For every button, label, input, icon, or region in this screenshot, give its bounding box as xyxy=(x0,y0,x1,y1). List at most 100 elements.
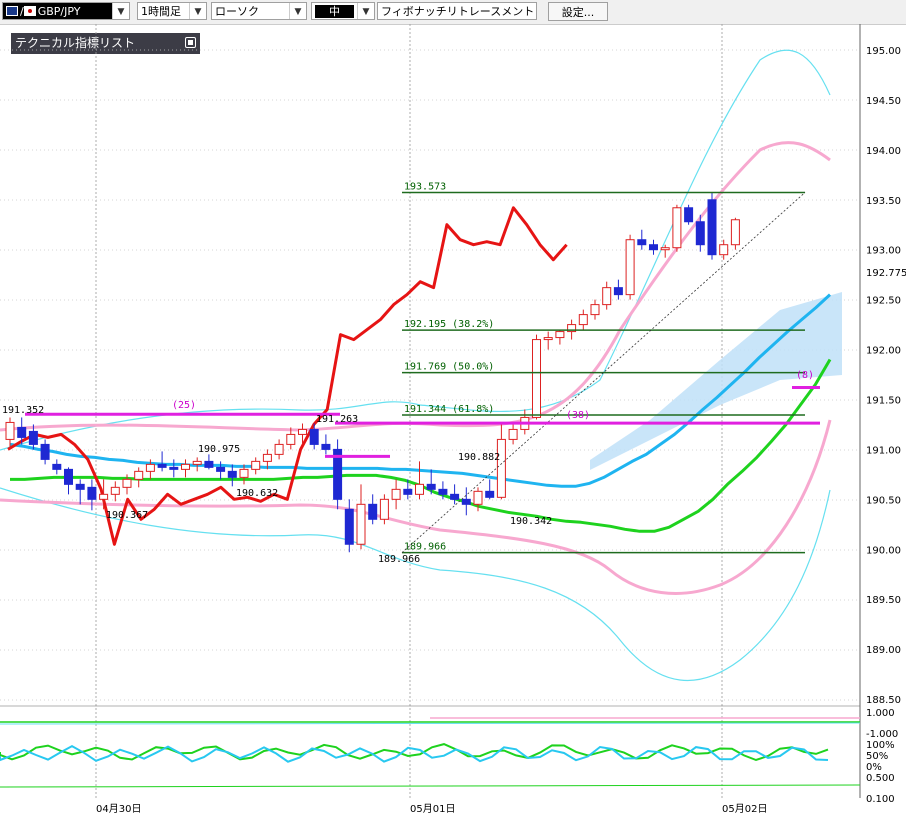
annotation-label: 190.975 xyxy=(198,444,240,455)
candle-body xyxy=(368,503,378,520)
candle xyxy=(637,229,647,250)
candle-body xyxy=(555,331,565,339)
annotation-label: 191.263 xyxy=(316,414,358,425)
candle-body xyxy=(403,488,413,495)
candle-body xyxy=(145,463,155,472)
annotation-label: 190.882 xyxy=(458,452,500,463)
candle-body xyxy=(17,426,27,438)
candle-body xyxy=(649,244,658,251)
candle-body xyxy=(134,470,144,480)
candle xyxy=(532,334,541,420)
candle-body xyxy=(110,486,120,495)
candle-body xyxy=(391,488,401,500)
price-chart[interactable]: 193.573 192.195 (38.2%) 191.769 (50.0%) 191… xyxy=(0,0,906,818)
y-tick-label: 189.00 xyxy=(866,645,901,656)
candle xyxy=(87,479,97,511)
candle-body xyxy=(508,428,518,440)
candle xyxy=(157,451,167,472)
candle xyxy=(40,439,50,465)
candle-body xyxy=(344,508,354,545)
candle-body xyxy=(169,466,179,470)
x-tick-label: 05月02日 xyxy=(722,803,767,815)
candle xyxy=(110,481,120,502)
annotation-label: 191.352 xyxy=(2,405,44,416)
candle-body xyxy=(485,490,495,498)
sub-panel-tick-label: 1.000 xyxy=(866,708,895,719)
candle-body xyxy=(5,421,15,440)
candle xyxy=(672,204,682,252)
candle-body xyxy=(40,443,50,460)
y-tick-label: 193.50 xyxy=(866,196,901,207)
candle xyxy=(192,457,202,472)
current-price-label: 192.775 xyxy=(866,268,906,279)
sub-panel-tick-label: 50% xyxy=(866,751,888,762)
candle-body xyxy=(695,221,705,246)
candle-body xyxy=(356,503,366,545)
candle xyxy=(204,454,214,470)
candle-body xyxy=(321,443,331,450)
candle xyxy=(543,331,553,350)
candle xyxy=(578,309,588,330)
y-tick-label: 188.50 xyxy=(866,695,901,706)
candle xyxy=(707,192,717,260)
candle-body xyxy=(181,463,190,470)
candle xyxy=(274,439,284,460)
candle-body xyxy=(309,428,319,445)
y-tick-label: 189.50 xyxy=(866,595,901,606)
fibonacci-label: 191.344 (61.8%) xyxy=(404,404,494,415)
candle-body xyxy=(719,244,729,256)
candle-body xyxy=(637,239,647,246)
candle-body xyxy=(379,498,389,520)
y-tick-label: 190.00 xyxy=(866,545,901,556)
candle xyxy=(251,457,261,475)
fibonacci-label: 192.195 (38.2%) xyxy=(404,319,494,330)
candle xyxy=(415,461,424,500)
annotation-label: 190.342 xyxy=(510,516,552,527)
fibonacci-label: 193.573 xyxy=(404,181,446,192)
annotation-label: 190.632 xyxy=(236,488,278,499)
annotation-label: (8) xyxy=(796,370,814,381)
sub-panel-tick-label: 100% xyxy=(866,740,895,751)
y-tick-label: 194.00 xyxy=(866,146,901,157)
candle xyxy=(52,459,62,475)
candle-body xyxy=(52,463,62,470)
candle-body xyxy=(532,339,541,418)
candle xyxy=(391,479,401,510)
candle-body xyxy=(227,470,237,478)
candle-body xyxy=(216,466,226,472)
annotation-label: (38) xyxy=(566,410,590,421)
y-tick-label: 191.00 xyxy=(866,445,901,456)
candle-body xyxy=(239,468,249,478)
candle xyxy=(134,467,144,488)
x-tick-label: 05月01日 xyxy=(410,803,455,815)
candle xyxy=(181,459,190,478)
candle xyxy=(321,434,331,455)
candle xyxy=(356,484,366,550)
y-tick-label: 193.00 xyxy=(866,246,901,257)
candle-body xyxy=(274,443,284,455)
candle xyxy=(461,487,471,516)
y-tick-label: 192.00 xyxy=(866,346,901,357)
annotation-label: (25) xyxy=(172,400,196,411)
candle-body xyxy=(298,428,307,435)
candle xyxy=(485,479,495,500)
y-tick-label: 192.50 xyxy=(866,296,901,307)
sub-panel-tick-label: 0% xyxy=(866,762,882,773)
candle-body xyxy=(122,478,132,488)
y-tick-label: 194.50 xyxy=(866,96,901,107)
fibonacci-label: 189.966 xyxy=(404,542,446,553)
sub-panel-tick-label: 0.500 xyxy=(866,773,895,784)
candle-body xyxy=(672,207,682,249)
candle-body xyxy=(578,314,588,326)
sub-panel-tick-label: 0.100 xyxy=(866,794,895,805)
candle-body xyxy=(660,247,670,251)
candle-body xyxy=(707,199,717,256)
candle xyxy=(450,484,460,505)
oscillator-line xyxy=(0,784,861,788)
candle-body xyxy=(286,433,296,445)
candle xyxy=(684,204,694,225)
candle xyxy=(333,439,343,510)
candle-body xyxy=(157,463,167,468)
candle-body xyxy=(438,488,448,495)
candle xyxy=(555,329,565,345)
